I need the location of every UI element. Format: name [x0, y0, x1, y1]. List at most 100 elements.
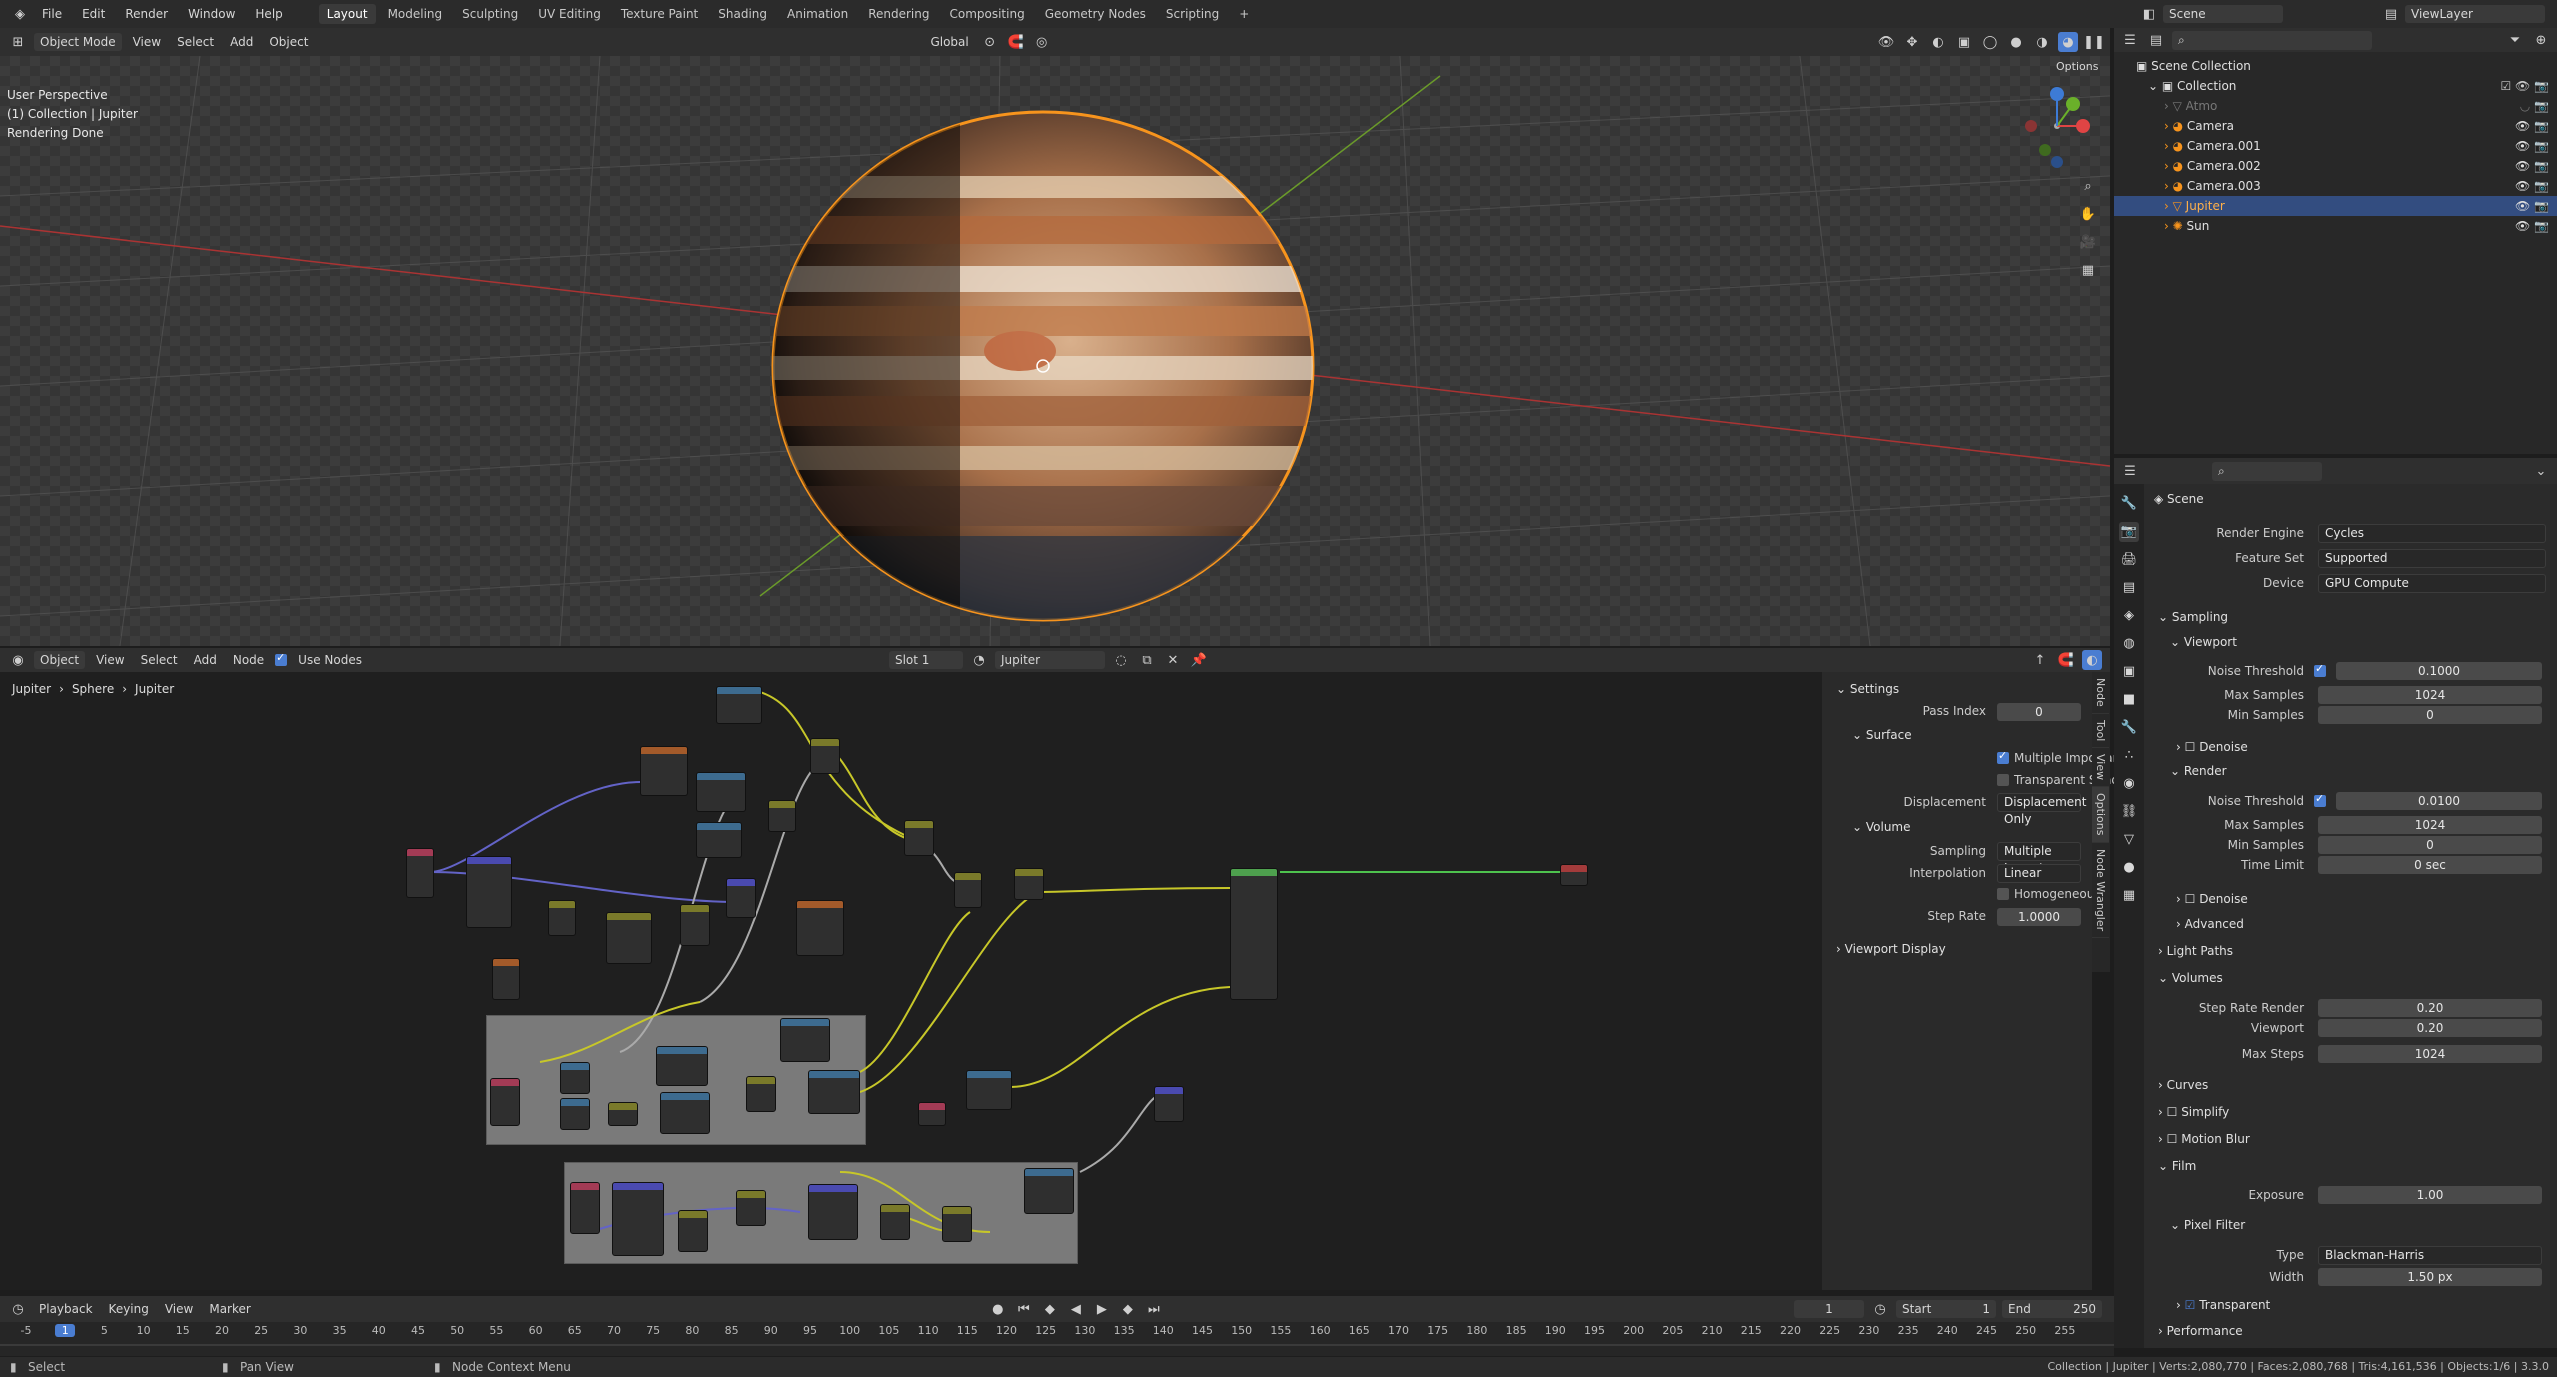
world-tab-icon[interactable]: ◍: [2119, 634, 2139, 654]
motion-blur-panel-header[interactable]: › ☐ Motion Blur: [2158, 1132, 2250, 1146]
material-slot-dropdown[interactable]: Slot 1: [888, 651, 963, 669]
volume-header[interactable]: ⌄ Volume: [1852, 820, 1911, 834]
viewport-options-button[interactable]: Options: [2056, 60, 2098, 73]
view-layer-icon[interactable]: ▤: [2381, 4, 2401, 24]
shader-node[interactable]: [656, 1046, 708, 1086]
view-layer-tab-icon[interactable]: ▤: [2119, 578, 2139, 598]
collection-tab-icon[interactable]: ▣: [2119, 662, 2139, 682]
transform-orientation-dropdown[interactable]: Global: [925, 33, 973, 51]
shader-node[interactable]: [810, 738, 840, 774]
grid-ortho-icon[interactable]: ▦: [2078, 260, 2098, 280]
outliner-row-scene-collection[interactable]: ▣ Scene Collection: [2114, 56, 2557, 76]
tab-texture-paint[interactable]: Texture Paint: [613, 4, 706, 24]
properties-options-icon[interactable]: ⌄: [2531, 461, 2551, 481]
tab-modeling[interactable]: Modeling: [380, 4, 451, 24]
scene-icon[interactable]: ◧: [2139, 4, 2159, 24]
volume-sampling-dropdown[interactable]: Multiple Importance: [1997, 842, 2081, 875]
vol-viewport-field[interactable]: 0.20: [2318, 1019, 2542, 1037]
shader-node[interactable]: [492, 958, 520, 1000]
marker-menu[interactable]: Marker: [204, 1300, 255, 1318]
shader-node[interactable]: [612, 1182, 664, 1256]
3d-viewport[interactable]: User Perspective (1) Collection | Jupite…: [0, 56, 2110, 646]
shader-node[interactable]: [696, 772, 746, 812]
outliner-row-jupiter[interactable]: › ▽ Jupiter 👁 📷: [2114, 196, 2557, 216]
shader-node[interactable]: [560, 1098, 590, 1130]
viewport-display-header[interactable]: › Viewport Display: [1836, 942, 1946, 956]
node-editor-type-icon[interactable]: ◉: [8, 650, 28, 670]
pass-index-field[interactable]: 0: [1997, 703, 2081, 721]
light-paths-panel-header[interactable]: › Light Paths: [2158, 944, 2233, 958]
modifier-tab-icon[interactable]: 🔧: [2119, 718, 2139, 738]
shader-node[interactable]: [660, 1092, 710, 1134]
tab-node-wrangler[interactable]: Node Wrangler: [2092, 843, 2109, 938]
viewport-subpanel-header[interactable]: ⌄ Viewport: [2170, 635, 2237, 649]
shader-node[interactable]: [808, 1070, 860, 1114]
visibility-toggles-icon[interactable]: 👁 📷: [2515, 136, 2549, 156]
material-name-field[interactable]: Jupiter: [994, 651, 1105, 669]
shader-node[interactable]: [716, 686, 762, 724]
shader-node[interactable]: [1154, 1086, 1184, 1122]
interpolation-dropdown[interactable]: Linear: [1997, 864, 2081, 883]
output-tab-icon[interactable]: 🖨: [2119, 550, 2139, 570]
r-min-samples-field[interactable]: 0: [2318, 836, 2542, 854]
shader-node[interactable]: [942, 1206, 972, 1242]
r-max-samples-field[interactable]: 1024: [2318, 816, 2542, 834]
new-collection-icon[interactable]: ⊕: [2531, 30, 2551, 50]
viewport-menu-view[interactable]: View: [128, 33, 166, 51]
tab-shading[interactable]: Shading: [710, 4, 775, 24]
tab-rendering[interactable]: Rendering: [860, 4, 937, 24]
shading-wireframe-icon[interactable]: ◯: [1980, 32, 2000, 52]
vp-denoise-subpanel-header[interactable]: › ☐ Denoise: [2176, 740, 2248, 754]
shader-node[interactable]: [746, 1076, 776, 1112]
fake-user-icon[interactable]: ◌: [1111, 650, 1131, 670]
render-tab-icon[interactable]: 📷: [2119, 522, 2139, 542]
menu-help[interactable]: Help: [247, 5, 290, 23]
tab-layout[interactable]: Layout: [318, 4, 376, 24]
outliner-row-camera-002[interactable]: › ◕ Camera.002 👁 📷: [2114, 156, 2557, 176]
outliner-row-atmo[interactable]: › ▽ Atmo ◡ 📷: [2114, 96, 2557, 116]
shading-rendered-icon[interactable]: ◕: [2058, 32, 2078, 52]
zoom-icon[interactable]: ⌕: [2078, 176, 2098, 196]
simplify-panel-header[interactable]: › ☐ Simplify: [2158, 1105, 2229, 1119]
device-dropdown[interactable]: GPU Compute: [2318, 574, 2546, 593]
current-frame-field[interactable]: 1: [1794, 1300, 1864, 1318]
add-workspace-icon[interactable]: +: [1231, 4, 1257, 24]
xray-icon[interactable]: ▣: [1954, 32, 1974, 52]
shader-node[interactable]: [466, 856, 512, 928]
visibility-toggles-icon[interactable]: 👁 📷: [2515, 216, 2549, 236]
object-tab-icon[interactable]: ■: [2119, 690, 2139, 710]
shader-node[interactable]: [490, 1078, 520, 1126]
keying-menu[interactable]: Keying: [104, 1300, 154, 1318]
principled-bsdf-node[interactable]: [1230, 868, 1278, 1000]
outliner-row-sun[interactable]: › ✺ Sun 👁 📷: [2114, 216, 2557, 236]
surface-header[interactable]: ⌄ Surface: [1852, 728, 1912, 742]
viewport-menu-object[interactable]: Object: [264, 33, 313, 51]
shader-node[interactable]: [918, 1102, 946, 1126]
node-menu-view[interactable]: View: [91, 651, 129, 669]
r-noise-threshold-checkbox[interactable]: [2314, 792, 2326, 807]
sampling-panel-header[interactable]: ⌄ Sampling: [2158, 610, 2228, 624]
r-noise-threshold-field[interactable]: 0.0100: [2336, 792, 2542, 810]
homogeneous-checkbox[interactable]: [1997, 888, 2009, 900]
navigation-gizmo[interactable]: [2015, 86, 2095, 176]
outliner-row-camera-003[interactable]: › ◕ Camera.003 👁 📷: [2114, 176, 2557, 196]
outliner-row-camera[interactable]: › ◕ Camera 👁 📷: [2114, 116, 2557, 136]
viewport-menu-select[interactable]: Select: [172, 33, 219, 51]
object-mode-dropdown[interactable]: Object Mode: [34, 33, 122, 51]
next-keyframe-icon[interactable]: ◆: [1118, 1299, 1138, 1319]
end-frame-field[interactable]: End 250: [2002, 1300, 2102, 1318]
visibility-toggles-icon[interactable]: 👁 📷: [2515, 176, 2549, 196]
shader-type-dropdown[interactable]: Object: [34, 651, 86, 669]
tab-node[interactable]: Node: [2092, 672, 2109, 714]
constraints-tab-icon[interactable]: ⛓: [2119, 802, 2139, 822]
shader-node[interactable]: [606, 912, 652, 964]
play-reverse-icon[interactable]: ◀: [1066, 1299, 1086, 1319]
tab-scripting[interactable]: Scripting: [1158, 4, 1227, 24]
filter-width-field[interactable]: 1.50 px: [2318, 1268, 2542, 1286]
step-rate-render-field[interactable]: 0.20: [2318, 999, 2542, 1017]
camera-view-icon[interactable]: 🎥: [2078, 232, 2098, 252]
timeline-view-menu[interactable]: View: [160, 1300, 198, 1318]
tab-sculpting[interactable]: Sculpting: [454, 4, 526, 24]
tab-geometry-nodes[interactable]: Geometry Nodes: [1037, 4, 1154, 24]
render-engine-dropdown[interactable]: Cycles: [2318, 524, 2546, 543]
